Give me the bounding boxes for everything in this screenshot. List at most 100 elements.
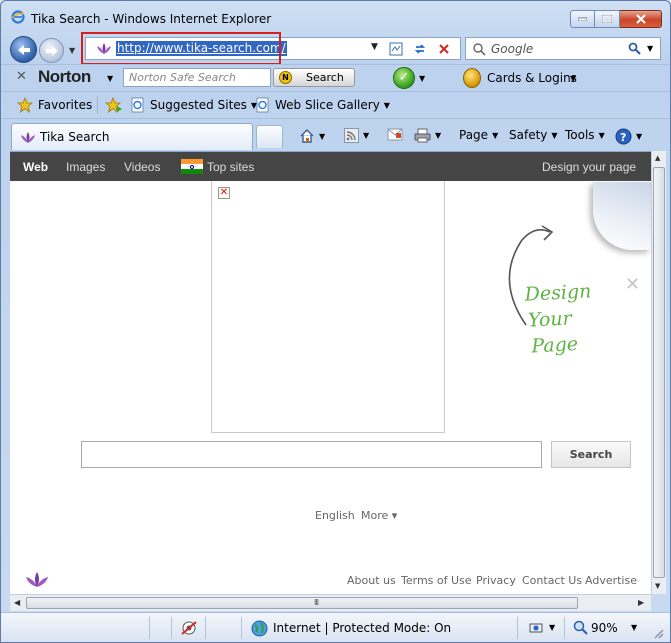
stop-button[interactable]	[434, 40, 454, 58]
main-search-button[interactable]: Search	[551, 441, 631, 468]
more-languages-link[interactable]: More ▾	[361, 509, 397, 522]
status-divider	[205, 617, 206, 639]
feeds-button[interactable]: ▼	[344, 128, 369, 143]
search-options-dropdown-icon[interactable]: ▼	[647, 44, 653, 53]
zoom-level[interactable]: 90%	[591, 621, 618, 635]
footer-link-about[interactable]: About us	[347, 574, 396, 587]
add-favorites-icon	[105, 97, 122, 113]
tab-label: Tika Search	[40, 130, 110, 144]
chevron-down-icon: ▼	[435, 131, 442, 140]
stop-icon	[439, 44, 449, 54]
help-icon: ?	[615, 128, 632, 145]
compatibility-view-button[interactable]	[386, 40, 406, 58]
web-search-placeholder: Google	[491, 42, 534, 56]
language-english-link[interactable]: English	[315, 509, 355, 522]
back-button[interactable]	[10, 36, 37, 63]
tab-tika-search[interactable]: Tika Search	[11, 123, 253, 150]
vertical-scrollbar[interactable]: ▲ ▼	[651, 151, 666, 594]
back-arrow-icon	[17, 44, 30, 55]
new-tab-button[interactable]	[256, 125, 283, 148]
nav-images[interactable]: Images	[66, 160, 105, 174]
status-divider	[149, 617, 150, 639]
print-button[interactable]: ▼	[414, 128, 441, 143]
address-dropdown-icon[interactable]: ▼	[371, 42, 378, 52]
nav-design-your-page[interactable]: Design your page	[542, 160, 636, 174]
protected-mode-icon[interactable]	[527, 620, 545, 636]
favorites-label: Favorites	[38, 98, 93, 112]
status-divider	[241, 617, 242, 639]
chevron-down-icon: ▼	[319, 131, 326, 141]
read-mail-button[interactable]	[387, 128, 403, 141]
security-zone-text[interactable]: Internet | Protected Mode: On	[273, 621, 451, 635]
safety-menu-label: Safety	[509, 128, 548, 142]
svg-text:?: ?	[620, 131, 626, 144]
printer-icon	[414, 128, 431, 143]
scroll-grip-icon: III	[314, 598, 319, 607]
nav-videos[interactable]: Videos	[124, 160, 160, 174]
close-toolbar-icon[interactable]: ✕	[16, 69, 27, 84]
nav-web[interactable]: Web	[23, 160, 48, 174]
close-promo-icon[interactable]: ✕	[625, 274, 640, 295]
scroll-left-icon[interactable]: ◀	[14, 598, 20, 607]
footer-link-advertise[interactable]: Advertise	[585, 574, 637, 587]
search-icon[interactable]	[628, 42, 642, 56]
ie-page-icon	[256, 97, 269, 113]
horizontal-scrollbar[interactable]: ◀ III ▶	[10, 594, 651, 611]
close-icon	[635, 14, 646, 24]
favorites-bar: Favorites Suggested Sites ▼ Web Slice Ga…	[1, 91, 670, 118]
web-search-box[interactable]: Google ▼	[465, 37, 661, 60]
ad-frame: ✕	[211, 181, 445, 433]
close-window-button[interactable]	[620, 10, 662, 28]
scroll-right-icon[interactable]: ▶	[638, 598, 644, 607]
home-button[interactable]: ▼	[299, 128, 325, 144]
footer-link-contact[interactable]: Contact Us	[522, 574, 582, 587]
footer-link-terms[interactable]: Terms of Use	[401, 574, 472, 587]
help-menu[interactable]: ? ▼	[615, 128, 642, 145]
norton-safe-check-icon[interactable]: ✓	[393, 67, 415, 89]
zoom-icon[interactable]	[573, 620, 589, 636]
page-menu[interactable]: Page ▼	[459, 128, 498, 142]
internet-zone-globe-icon	[251, 620, 268, 637]
zoom-dropdown-icon[interactable]: ▼	[631, 623, 637, 632]
protected-mode-dropdown-icon[interactable]: ▼	[549, 623, 555, 632]
tools-menu-label: Tools	[565, 128, 595, 142]
norton-logo[interactable]: Norton	[38, 67, 91, 87]
tools-menu[interactable]: Tools ▼	[565, 128, 605, 142]
nav-top-sites[interactable]: Top sites	[207, 160, 254, 174]
scroll-down-icon[interactable]: ▼	[655, 582, 660, 590]
horizontal-scroll-thumb[interactable]: III	[26, 597, 578, 609]
norton-toolbar: ✕ Norton ▼ Norton Safe Search N Search ✓…	[1, 64, 670, 91]
design-your-page-promo[interactable]: Design Your Page ✕	[470, 182, 651, 362]
footer-link-privacy[interactable]: Privacy	[476, 574, 516, 587]
address-row: ▼ http://www.tika-search.com/ ▼ Google ▼	[1, 31, 670, 65]
web-slice-gallery-button[interactable]: Web Slice Gallery ▼	[255, 97, 390, 113]
vertical-scroll-thumb[interactable]	[653, 167, 665, 578]
safe-check-dropdown-icon[interactable]: ▼	[419, 74, 425, 83]
resize-grip-icon[interactable]	[652, 627, 664, 639]
chevron-down-icon: ▼	[598, 130, 605, 140]
maximize-button[interactable]	[595, 10, 620, 28]
norton-menu-dropdown-icon[interactable]: ▼	[107, 74, 113, 83]
main-search-input[interactable]	[81, 441, 542, 468]
suggested-sites-button[interactable]: Suggested Sites ▼	[130, 97, 257, 113]
refresh-button[interactable]	[410, 40, 430, 58]
norton-search-button[interactable]: N Search	[273, 68, 355, 87]
add-to-favorites-bar-button[interactable]	[105, 97, 123, 113]
promo-handwritten-text: Design Your Page	[524, 278, 595, 359]
safety-menu[interactable]: Safety ▼	[509, 128, 558, 142]
identity-safe-lock-icon[interactable]	[463, 68, 481, 88]
forward-button[interactable]	[39, 38, 64, 63]
chevron-down-icon: ▼	[492, 130, 499, 140]
cards-logins-button[interactable]: Cards & Logins	[487, 71, 577, 85]
window-title: Tika Search - Windows Internet Explorer	[31, 12, 272, 26]
norton-search-input[interactable]: Norton Safe Search	[123, 68, 271, 87]
page-menu-label: Page	[459, 128, 489, 142]
favorites-button[interactable]: Favorites	[17, 97, 92, 113]
history-dropdown-icon[interactable]: ▼	[69, 46, 75, 55]
forward-arrow-icon	[45, 45, 58, 56]
minimize-button[interactable]	[570, 10, 595, 28]
scroll-up-icon[interactable]: ▲	[655, 154, 660, 162]
cards-logins-dropdown-icon[interactable]: ▼	[570, 74, 576, 83]
privacy-report-icon[interactable]	[180, 620, 198, 636]
page-content: Web Images Videos Top sites Design your …	[10, 151, 651, 594]
